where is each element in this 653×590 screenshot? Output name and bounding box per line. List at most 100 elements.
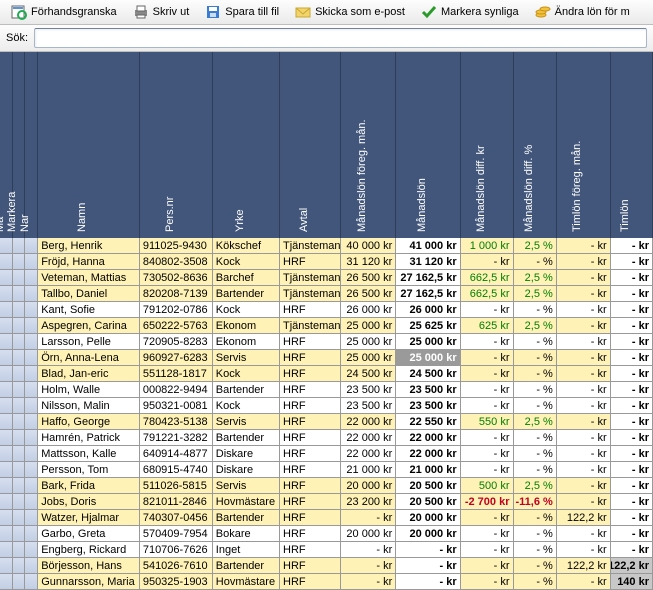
mark-cell <box>0 318 13 334</box>
dp-cell: - % <box>514 350 557 366</box>
mf-cell: 25 000 kr <box>341 334 396 350</box>
tl-cell: - kr <box>611 526 653 542</box>
table-row[interactable]: Börjesson, Hans541026-7610BartenderHRF- … <box>0 558 653 574</box>
mark-cell <box>13 510 26 526</box>
table-row[interactable]: Örn, Anna-Lena960927-6283ServisHRF25 000… <box>0 350 653 366</box>
mark-cell <box>0 462 13 478</box>
persnr-cell: 840802-3508 <box>140 254 213 270</box>
table-row[interactable]: Veteman, Mattias730502-8636BarchefTjänst… <box>0 270 653 286</box>
table-row[interactable]: Haffo, George780423-5138ServisHRF22 000 … <box>0 414 653 430</box>
table-row[interactable]: Kant, Sofie791202-0786KockHRF26 000 kr26… <box>0 302 653 318</box>
search-input[interactable] <box>34 28 647 48</box>
avtal-cell: HRF <box>280 398 341 414</box>
table-row[interactable]: Aspegren, Carina650222-5763EkonomTjänste… <box>0 318 653 334</box>
mark-cell <box>0 382 13 398</box>
table-row[interactable]: Larsson, Pelle720905-8283EkonomHRF25 000… <box>0 334 653 350</box>
mark-cell <box>13 462 26 478</box>
save-button[interactable]: Spara till fil <box>198 1 286 23</box>
mark-cell <box>0 558 13 574</box>
mf-cell: - kr <box>341 542 396 558</box>
col-dp[interactable]: Månadslön diff. % <box>514 52 557 238</box>
mark-cell <box>13 350 26 366</box>
table-row[interactable]: Mattsson, Kalle640914-4877DiskareHRF22 0… <box>0 446 653 462</box>
table-row[interactable]: Engberg, Rickard710706-7626IngetHRF- kr-… <box>0 542 653 558</box>
tl-cell: - kr <box>611 350 653 366</box>
col-tf[interactable]: Timlön föreg. mån. <box>557 52 611 238</box>
avtal-cell: HRF <box>280 366 341 382</box>
ml-cell: 25 000 kr <box>396 334 460 350</box>
name-cell: Kant, Sofie <box>38 302 140 318</box>
table-row[interactable]: Persson, Tom680915-4740DiskareHRF21 000 … <box>0 462 653 478</box>
yrke-cell: Kock <box>213 398 280 414</box>
yrke-cell: Bartender <box>213 510 280 526</box>
mf-cell: 25 000 kr <box>341 318 396 334</box>
print-button[interactable]: Skriv ut <box>126 1 197 23</box>
table-row[interactable]: Jobs, Doris821011-2846HovmästareHRF23 20… <box>0 494 653 510</box>
table-row[interactable]: Fröjd, Hanna840802-3508KockHRF31 120 kr3… <box>0 254 653 270</box>
tl-cell: - kr <box>611 302 653 318</box>
dp-cell: - % <box>514 542 557 558</box>
mark-cell <box>0 494 13 510</box>
dk-cell: - kr <box>461 334 514 350</box>
mark-cell <box>13 446 26 462</box>
col-yrke[interactable]: Yrke <box>213 52 280 238</box>
tl-cell: - kr <box>611 366 653 382</box>
persnr-cell: 960927-6283 <box>140 350 213 366</box>
col-mark2[interactable]: Markera <box>13 52 26 238</box>
col-avtal[interactable]: Avtal <box>280 52 342 238</box>
tf-cell: - kr <box>557 366 611 382</box>
tf-cell: - kr <box>557 414 611 430</box>
dk-cell: 662,5 kr <box>461 270 514 286</box>
persnr-cell: 680915-4740 <box>140 462 213 478</box>
yrke-cell: Diskare <box>213 462 280 478</box>
ml-cell: 25 625 kr <box>396 318 460 334</box>
tl-cell: - kr <box>611 318 653 334</box>
mf-cell: 20 000 kr <box>341 478 396 494</box>
col-mf[interactable]: Månadslön föreg. mån. <box>341 52 396 238</box>
email-button[interactable]: Skicka som e-post <box>288 1 412 23</box>
persnr-cell: 740307-0456 <box>140 510 213 526</box>
nar-cell <box>25 462 38 478</box>
mark-cell <box>0 286 13 302</box>
mark-cell <box>13 238 26 254</box>
mark-visible-button[interactable]: Markera synliga <box>414 1 526 23</box>
col-name[interactable]: Namn <box>38 52 140 238</box>
table-row[interactable]: Tallbo, Daniel820208-7139BartenderTjänst… <box>0 286 653 302</box>
ml-cell: 23 500 kr <box>396 398 460 414</box>
dp-cell: -11,6 % <box>514 494 557 510</box>
persnr-cell: 780423-5138 <box>140 414 213 430</box>
table-row[interactable]: Bark, Frida511026-5815ServisHRF20 000 kr… <box>0 478 653 494</box>
mf-cell: 20 000 kr <box>341 526 396 542</box>
table-row[interactable]: Blad, Jan-eric551128-1817KockHRF24 500 k… <box>0 366 653 382</box>
change-salary-label: Ändra lön för m <box>555 6 630 18</box>
col-nar[interactable]: Nar <box>25 52 38 238</box>
col-tl[interactable]: Timlön <box>611 52 653 238</box>
save-label: Spara till fil <box>225 6 279 18</box>
coins-icon <box>535 4 551 20</box>
tf-cell: - kr <box>557 238 611 254</box>
col-ml[interactable]: Månadslön <box>396 52 460 238</box>
col-persnr[interactable]: Pers.nr <box>140 52 213 238</box>
yrke-cell: Bartender <box>213 382 280 398</box>
table-row[interactable]: Holm, Walle000822-9494BartenderHRF23 500… <box>0 382 653 398</box>
table-row[interactable]: Garbo, Greta570409-7954BokareHRF20 000 k… <box>0 526 653 542</box>
nar-cell <box>25 366 38 382</box>
change-salary-button[interactable]: Ändra lön för m <box>528 1 637 23</box>
tf-cell: - kr <box>557 494 611 510</box>
preview-button[interactable]: Förhandsgranska <box>4 1 124 23</box>
table-row[interactable]: Watzer, Hjalmar740307-0456BartenderHRF- … <box>0 510 653 526</box>
table-row[interactable]: Nilsson, Malin950321-0081KockHRF23 500 k… <box>0 398 653 414</box>
ml-cell: 20 000 kr <box>396 526 460 542</box>
avtal-cell: HRF <box>280 478 341 494</box>
col-dk[interactable]: Månadslön diff. kr <box>461 52 514 238</box>
mark-cell <box>13 414 26 430</box>
mark-cell <box>0 334 13 350</box>
table-row[interactable]: Berg, Henrik911025-9430KökschefTjänstema… <box>0 238 653 254</box>
tl-cell: - kr <box>611 238 653 254</box>
yrke-cell: Ekonom <box>213 318 280 334</box>
check-icon <box>421 4 437 20</box>
dk-cell: -2 700 kr <box>461 494 514 510</box>
table-row[interactable]: Hamrén, Patrick791221-3282BartenderHRF22… <box>0 430 653 446</box>
nar-cell <box>25 430 38 446</box>
persnr-cell: 000822-9494 <box>140 382 213 398</box>
